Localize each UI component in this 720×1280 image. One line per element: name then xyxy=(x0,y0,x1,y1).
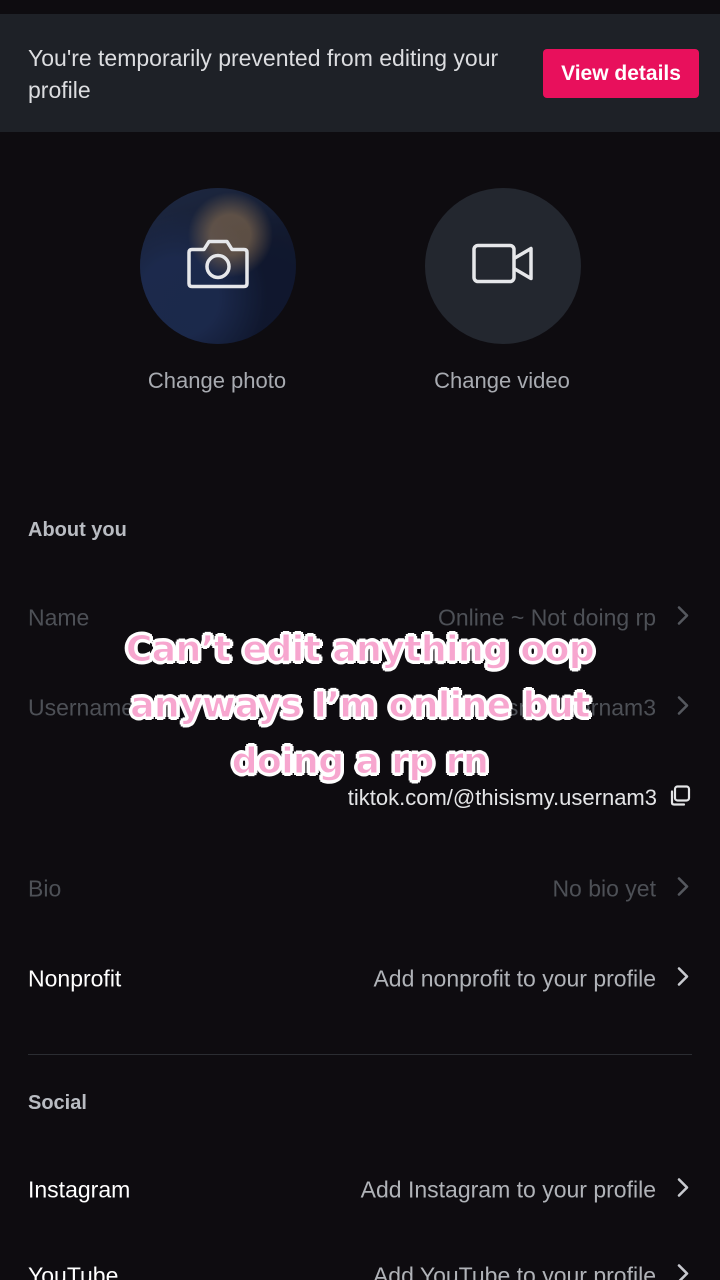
view-details-button[interactable]: View details xyxy=(543,49,699,98)
about-you-heading: About you xyxy=(28,519,127,541)
youtube-label: YouTube xyxy=(28,1262,119,1280)
profile-link: tiktok.com/@thisismy.usernam3 xyxy=(347,785,657,810)
profile-link-row[interactable]: tiktok.com/@thisismy.usernam3 xyxy=(0,778,720,818)
profile-photo-avatar[interactable] xyxy=(140,188,296,344)
username-label: Username xyxy=(28,694,135,721)
profile-video-avatar[interactable] xyxy=(425,188,581,344)
bio-value: No bio yet xyxy=(552,875,656,902)
chevron-right-icon xyxy=(676,1263,690,1280)
restriction-banner: You're temporarily prevented from editin… xyxy=(0,14,720,132)
instagram-row[interactable]: Instagram Add Instagram to your profile xyxy=(0,1160,720,1220)
chevron-right-icon xyxy=(676,695,690,722)
restriction-message: You're temporarily prevented from editin… xyxy=(28,45,499,103)
chevron-right-icon xyxy=(676,876,690,903)
chevron-right-icon xyxy=(676,966,690,993)
bio-label: Bio xyxy=(28,875,62,902)
bio-row[interactable]: Bio No bio yet xyxy=(0,859,720,919)
youtube-row[interactable]: YouTube Add YouTube to your profile xyxy=(0,1246,720,1280)
camera-icon xyxy=(186,238,250,295)
chevron-right-icon xyxy=(676,1177,690,1204)
username-row[interactable]: Username thisismy.usernam3 xyxy=(0,678,720,738)
name-label: Name xyxy=(28,604,90,631)
nonprofit-value: Add nonprofit to your profile xyxy=(373,965,656,992)
change-photo-label[interactable]: Change photo xyxy=(97,368,337,394)
name-value: Online ~ Not doing rp xyxy=(438,604,656,631)
instagram-label: Instagram xyxy=(28,1176,131,1203)
video-camera-icon xyxy=(471,242,535,291)
name-row[interactable]: Name Online ~ Not doing rp xyxy=(0,588,720,648)
edit-profile-screen: You're temporarily prevented from editin… xyxy=(0,0,720,1280)
copy-icon[interactable] xyxy=(668,784,692,813)
username-value: thisismy.usernam3 xyxy=(465,694,656,721)
chevron-right-icon xyxy=(676,605,690,632)
section-divider xyxy=(28,1054,692,1055)
nonprofit-row[interactable]: Nonprofit Add nonprofit to your profile xyxy=(0,949,720,1009)
youtube-value: Add YouTube to your profile xyxy=(372,1262,656,1280)
nonprofit-label: Nonprofit xyxy=(28,965,122,992)
social-heading: Social xyxy=(28,1092,87,1114)
instagram-value: Add Instagram to your profile xyxy=(360,1176,656,1203)
change-video-label[interactable]: Change video xyxy=(382,368,622,394)
